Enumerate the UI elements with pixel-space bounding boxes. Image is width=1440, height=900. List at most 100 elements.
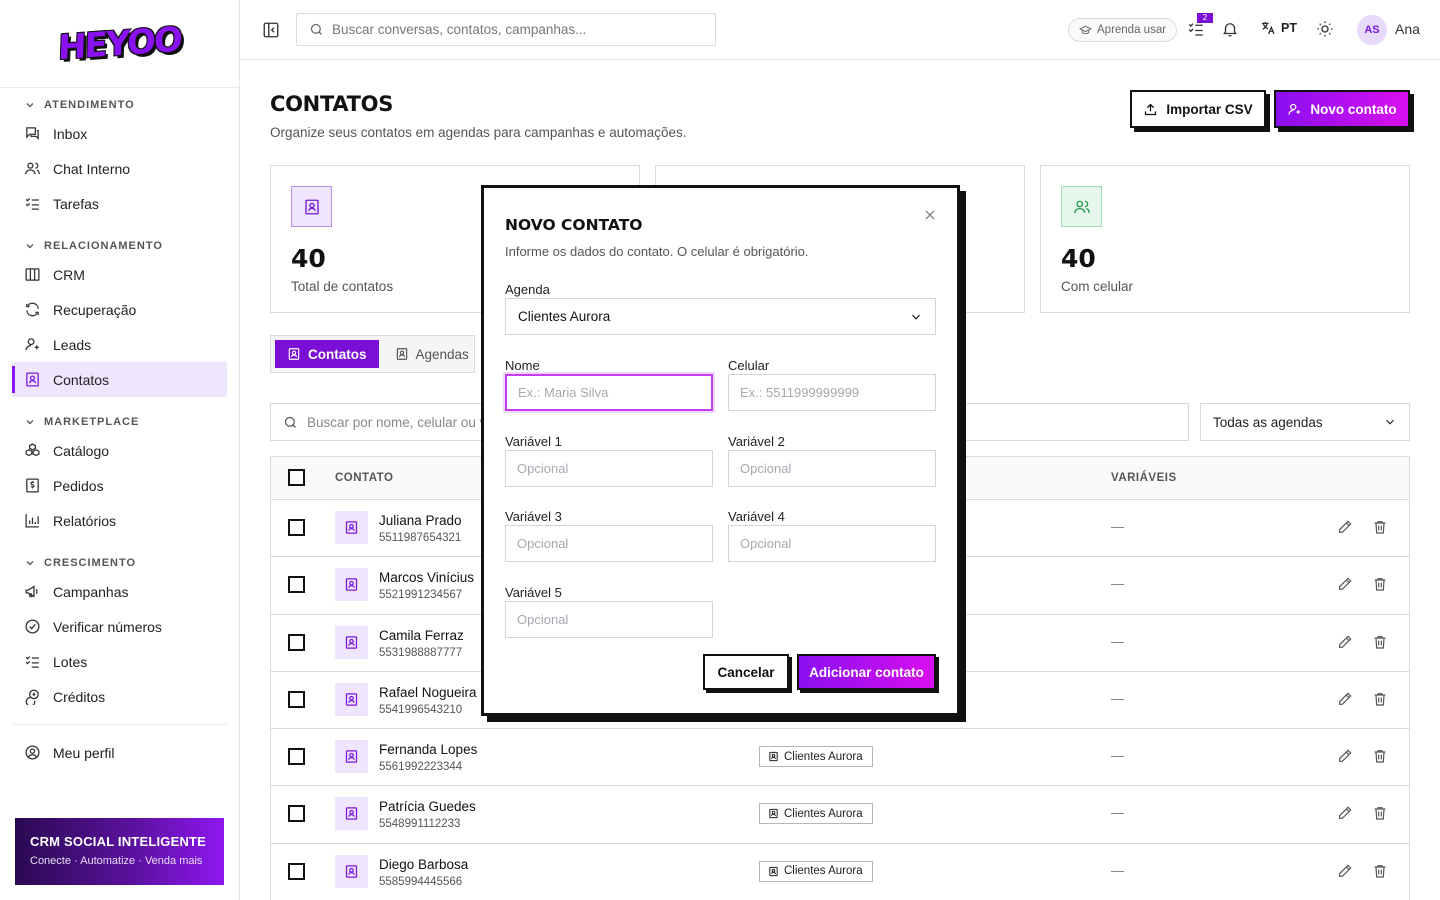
columns-icon — [25, 268, 40, 281]
select-all-checkbox[interactable] — [288, 469, 305, 486]
phone-input[interactable] — [728, 374, 936, 411]
sidebar-item-verificar-numeros[interactable]: Verificar números — [12, 609, 227, 644]
section-toggle-crescimento[interactable]: CRESCIMENTO — [0, 552, 239, 574]
row-checkbox[interactable] — [288, 633, 305, 651]
row-checkbox[interactable] — [288, 748, 305, 766]
tab-contatos[interactable]: Contatos — [275, 340, 379, 368]
agenda-tag-label: Clientes Aurora — [784, 807, 863, 820]
chevron-down-icon — [912, 314, 920, 320]
sidebar-item-meu-perfil[interactable]: Meu perfil — [12, 735, 227, 770]
sidebar-item-label: Leads — [53, 336, 92, 353]
agenda-select[interactable]: Clientes Aurora — [505, 298, 936, 335]
row-checkbox[interactable] — [288, 519, 305, 536]
global-search-placeholder: Buscar conversas, contatos, campanhas... — [332, 22, 587, 37]
row-checkbox[interactable] — [288, 805, 305, 823]
learn-button[interactable]: Aprenda usar — [1068, 18, 1178, 42]
sidebar-item-inbox[interactable]: Inbox — [12, 116, 227, 151]
list-check-icon — [25, 656, 39, 668]
edit-icon[interactable] — [1337, 519, 1353, 535]
language-switcher[interactable]: PT — [1260, 20, 1297, 36]
graduation-cap-icon — [1079, 25, 1092, 34]
section-toggle-marketplace[interactable]: MARKETPLACE — [0, 411, 239, 433]
edit-icon[interactable] — [1337, 634, 1353, 650]
sidebar-item-label: Verificar números — [53, 618, 162, 635]
trash-icon[interactable] — [1372, 863, 1388, 879]
stat-icon-box — [291, 186, 332, 227]
edit-icon[interactable] — [1337, 863, 1353, 879]
tab-label: Contatos — [308, 346, 367, 362]
import-csv-button[interactable]: Importar CSV — [1130, 90, 1266, 128]
sidebar-item-pedidos[interactable]: Pedidos — [12, 468, 227, 503]
contact-vars: — — [1111, 576, 1124, 592]
trash-icon[interactable] — [1372, 748, 1388, 764]
var4-input[interactable] — [728, 525, 936, 562]
new-contact-button[interactable]: Novo contato — [1274, 90, 1410, 128]
trash-icon[interactable] — [1372, 576, 1388, 592]
sun-icon[interactable] — [1316, 20, 1334, 38]
row-checkbox[interactable] — [288, 690, 305, 708]
sidebar-item-catalogo[interactable]: Catálogo — [12, 433, 227, 468]
bell-icon[interactable] — [1221, 20, 1239, 38]
tab-agendas[interactable]: Agendas — [383, 340, 481, 368]
contact-avatar — [335, 854, 368, 888]
cancel-button[interactable]: Cancelar — [703, 654, 789, 690]
sidebar-item-campanhas[interactable]: Campanhas — [12, 574, 227, 609]
avatar[interactable]: AS — [1357, 15, 1387, 45]
chevron-down-icon — [26, 103, 34, 108]
upload-icon — [1145, 103, 1157, 115]
stat-value: 40 — [1061, 244, 1096, 273]
contact-name: Camila Ferraz — [379, 627, 464, 643]
contact-book-icon — [345, 750, 358, 763]
users-icon — [1073, 200, 1090, 213]
contact-avatar — [335, 625, 368, 659]
name-input[interactable] — [505, 374, 713, 411]
nav-section-marketplace: MARKETPLACE Catálogo Pedidos Relatórios — [0, 411, 239, 538]
contact-vars: — — [1111, 690, 1124, 706]
var1-input[interactable] — [505, 450, 713, 487]
contact-vars: — — [1111, 748, 1124, 764]
page-title: CONTATOS — [270, 92, 394, 116]
edit-icon[interactable] — [1337, 805, 1353, 821]
learn-label: Aprenda usar — [1097, 24, 1167, 36]
sidebar-item-lotes[interactable]: Lotes — [12, 644, 227, 679]
row-checkbox[interactable] — [288, 862, 305, 880]
var2-input[interactable] — [728, 450, 936, 487]
sidebar-item-chat-interno[interactable]: Chat Interno — [12, 151, 227, 186]
section-toggle-atendimento[interactable]: ATENDIMENTO — [0, 94, 239, 116]
global-search[interactable]: Buscar conversas, contatos, campanhas... — [296, 13, 716, 46]
sidebar-item-label: Campanhas — [53, 583, 129, 600]
contact-book-icon — [345, 807, 358, 821]
edit-icon[interactable] — [1337, 576, 1353, 592]
agenda-field-label: Agenda — [505, 282, 550, 297]
language-label: PT — [1281, 21, 1297, 35]
edit-icon[interactable] — [1337, 748, 1353, 764]
view-tabs: Contatos Agendas — [270, 335, 475, 373]
sidebar-collapse-icon[interactable] — [262, 21, 280, 39]
trash-icon[interactable] — [1372, 519, 1388, 535]
edit-icon[interactable] — [1337, 691, 1353, 707]
megaphone-icon — [25, 585, 38, 598]
trash-icon[interactable] — [1372, 805, 1388, 821]
contact-vars: — — [1111, 519, 1124, 534]
close-icon[interactable] — [923, 208, 937, 222]
trash-icon[interactable] — [1372, 634, 1388, 650]
agenda-filter-select[interactable]: Todas as agendas — [1200, 403, 1410, 441]
var5-input[interactable] — [505, 601, 713, 638]
agenda-tag-label: Clientes Aurora — [784, 865, 863, 878]
sidebar-item-relatorios[interactable]: Relatórios — [12, 503, 227, 538]
sidebar-item-creditos[interactable]: Créditos — [12, 679, 227, 714]
section-title: CRESCIMENTO — [44, 557, 137, 569]
section-toggle-relacionamento[interactable]: RELACIONAMENTO — [0, 235, 239, 257]
add-contact-button[interactable]: Adicionar contato — [797, 654, 936, 690]
row-checkbox[interactable] — [288, 576, 305, 594]
sidebar-item-tarefas[interactable]: Tarefas — [12, 186, 227, 221]
sidebar-item-crm[interactable]: CRM — [12, 257, 227, 292]
sidebar-item-leads[interactable]: Leads — [12, 327, 227, 362]
var3-input[interactable] — [505, 525, 713, 562]
user-name[interactable]: Ana — [1395, 21, 1420, 37]
stat-card-with-phone: 40 Com celular — [1040, 165, 1410, 313]
trash-icon[interactable] — [1372, 691, 1388, 707]
logo[interactable]: HEYOO — [0, 0, 239, 88]
sidebar-item-recuperacao[interactable]: Recuperação — [12, 292, 227, 327]
sidebar-item-contatos[interactable]: Contatos — [12, 362, 227, 397]
